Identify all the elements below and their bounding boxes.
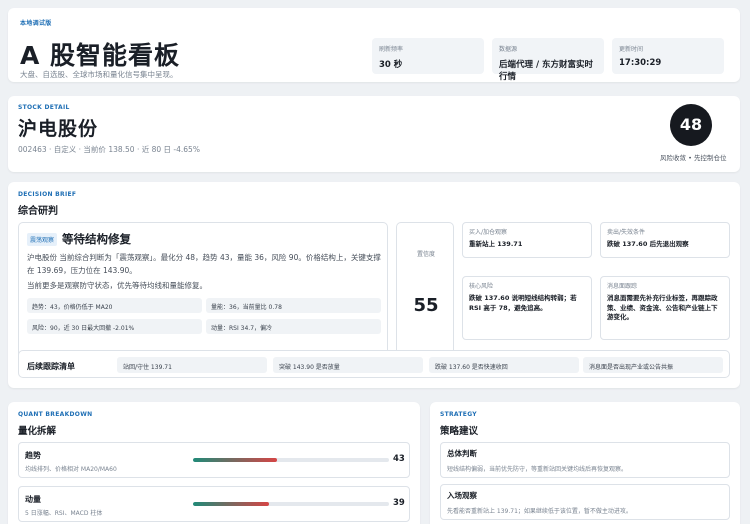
quant-row-desc: 5 日涨幅、RSI、MACD 柱体 [25,510,103,517]
stat-updated: 更新时间 17:30:29 [612,38,724,74]
quant-title: 量化拆解 [18,426,57,437]
decision-eyebrow: DECISION BRIEF [18,191,77,198]
stat-source: 数据源 后端代理 / 东方财富实时行情 [492,38,604,82]
stat-refresh-label: 刷新频率 [379,46,404,53]
follow-up-label: 后续跟踪清单 [27,362,75,371]
core-risk-value: 跌破 137.60 说明短线结构转弱；若 RSI 高于 78，避免追高。 [469,294,577,312]
stat-updated-value: 17:30:29 [619,58,662,68]
quant-breakdown-card: QUANT BREAKDOWN 量化拆解 趋势 均线排列、价格相对 MA20/M… [8,402,420,524]
strategy-row-overall: 总体判断 短线结构偏弱，当前优先防守，等重新站回关键均线后再恢复观察。 [440,442,730,478]
dashboard-header: 本地调试版 A 股智能看板 大盘、自选股、全球市场和量化信号集中呈现。 刷新频率… [8,8,740,82]
verdict-headline: 等待结构修复 [62,232,131,246]
buy-condition-value: 重新站上 139.71 [469,240,523,248]
confidence-value: 55 [413,295,439,316]
stat-updated-label: 更新时间 [619,46,644,53]
follow-up-checklist: 后续跟踪清单 站回/守住 139.71 突破 143.90 是否放量 跌破 13… [18,350,730,378]
news-tracking-card: 消息面跟踪 消息面需要先补充行业标签，再跟踪政策、业绩、资金流、公告和产业链上下… [600,276,730,340]
sell-condition-label: 卖出/失效条件 [607,229,646,236]
quant-row-score: 43 [393,454,405,464]
signal-chip-risk: 风险：90，近 30 日最大回撤 -2.01% [27,319,202,334]
verdict-note: 当前更多是观察防守状态，优先等待均线和量能修复。 [27,281,207,290]
quant-score-bar [193,502,389,506]
stat-refresh: 刷新频率 30 秒 [372,38,484,74]
quant-score-bar [193,458,389,462]
buy-condition-card: 买入/加仓观察 重新站上 139.71 [462,222,592,258]
sell-condition-card: 卖出/失效条件 跌破 137.60 后先退出观察 [600,222,730,258]
score-badge: 48 [670,104,712,146]
stock-eyebrow: STOCK DETAIL [18,104,70,111]
core-risk-card: 核心风险 跌破 137.60 说明短线结构转弱；若 RSI 高于 78，避免追高… [462,276,592,340]
stat-refresh-value: 30 秒 [379,60,403,70]
core-risk-label: 核心风险 [469,283,494,290]
quant-eyebrow: QUANT BREAKDOWN [18,411,93,418]
page-subtitle: 大盘、自选股、全球市场和量化信号集中呈现。 [20,70,178,79]
strategy-title: 策略建议 [440,426,479,437]
verdict-tag: 震荡观察 [27,233,58,246]
decision-title: 综合研判 [18,206,58,217]
strategy-row-entry: 入场观察 先看能否重新站上 139.71；如果继续低于该位置，暂不做主动进攻。 [440,484,730,520]
strategy-eyebrow: STRATEGY [440,411,477,418]
stat-source-label: 数据源 [499,46,518,53]
follow-up-item: 消息面是否出现产业或公告共振 [583,357,723,373]
strategy-card: STRATEGY 策略建议 总体判断 短线结构偏弱，当前优先防守，等重新站回关键… [430,402,740,524]
quant-row-desc: 均线排列、价格相对 MA20/MA60 [25,466,117,473]
quant-row-label: 趋势 [25,451,41,460]
follow-up-item: 突破 143.90 是否放量 [273,357,423,373]
stock-detail-card: STOCK DETAIL 沪电股份 002463 · 自定义 · 当前价 138… [8,96,740,172]
stat-source-value: 后端代理 / 东方财富实时行情 [499,60,594,82]
strategy-row-desc: 先看能否重新站上 139.71；如果继续低于该位置，暂不做主动进攻。 [447,508,632,515]
decision-brief-card: DECISION BRIEF 综合研判 震荡观察 等待结构修复 沪电股份 当前综… [8,182,740,388]
score-label: 风险收敛 • 先控制仓位 [660,154,727,162]
quant-row-score: 39 [393,498,405,508]
strategy-row-label: 入场观察 [447,491,477,500]
confidence-panel: 置信度 55 [396,222,454,369]
news-tracking-label: 消息面跟踪 [607,283,638,290]
page-title: A 股智能看板 [20,41,181,70]
quant-score-fill [193,502,270,506]
sell-condition-value: 跌破 137.60 后先退出观察 [607,240,689,248]
env-badge: 本地调试版 [20,20,52,27]
signal-chip-volume: 量能：36，当前量比 0.78 [206,298,381,313]
news-tracking-value: 消息面需要先补充行业标签，再跟踪政策、业绩、资金流、公告和产业链上下游变化。 [607,294,718,321]
verdict-panel: 震荡观察 等待结构修复 沪电股份 当前综合判断为「震荡观察」。最化分 48，趋势… [18,222,388,369]
quant-row-momentum: 动量 5 日涨幅、RSI、MACD 柱体 39 [18,486,410,522]
signal-chip-trend: 趋势：43，价格仍低于 MA20 [27,298,202,313]
buy-condition-label: 买入/加仓观察 [469,229,508,236]
stock-name: 沪电股份 [18,118,99,140]
strategy-row-label: 总体判断 [447,449,477,458]
follow-up-item: 站回/守住 139.71 [117,357,267,373]
quant-row-trend: 趋势 均线排列、价格相对 MA20/MA60 43 [18,442,410,478]
quant-score-fill [193,458,278,462]
strategy-row-desc: 短线结构偏弱，当前优先防守，等重新站回关键均线后再恢复观察。 [447,466,628,473]
quant-row-label: 动量 [25,495,41,504]
stock-meta: 002463 · 自定义 · 当前价 138.50 · 近 80 日 -4.65… [18,145,200,154]
follow-up-item: 跌破 137.60 是否快速收回 [429,357,579,373]
verdict-description: 沪电股份 当前综合判断为「震荡观察」。最化分 48，趋势 43，量能 36，风险… [27,253,381,275]
signal-chip-momentum: 动量：RSI 34.7，偏冷 [206,319,381,334]
confidence-label: 置信度 [416,251,435,258]
